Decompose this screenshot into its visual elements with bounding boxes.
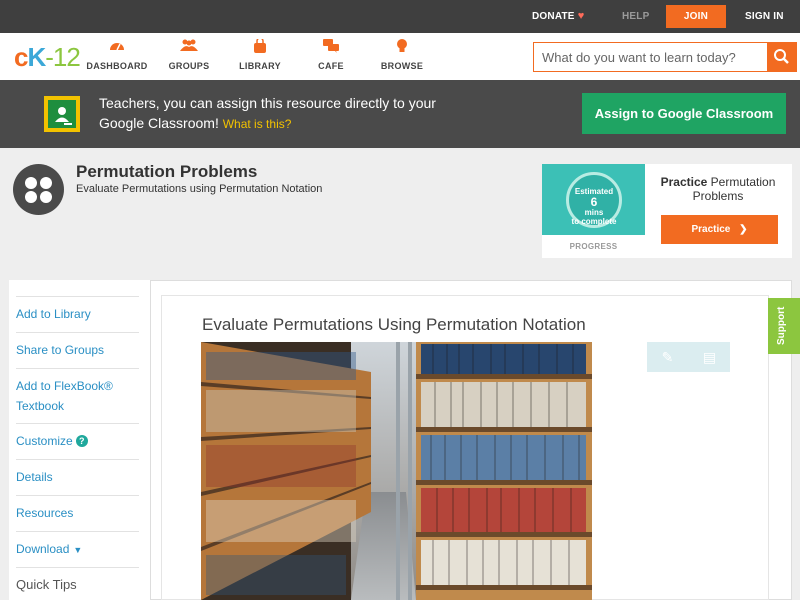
content-title: Evaluate Permutations Using Permutation … [202, 315, 586, 334]
ck12-logo[interactable]: cK-12 [14, 42, 81, 72]
page-title: Permutation Problems [76, 162, 258, 181]
content-tools: ✎ ▤ [647, 342, 730, 372]
nav-browse-label: BROWSE [380, 61, 424, 71]
sidebar-share-to-groups[interactable]: Share to Groups [16, 332, 139, 360]
dashboard-gauge-icon [82, 39, 152, 55]
sidebar-add-to-flexbook[interactable]: Add to FlexBook® Textbook [16, 368, 139, 416]
main-nav: cK-12 DASHBOARD GROUPS LIBRARY CAFE BROW… [0, 33, 800, 80]
library-bookshelves-image [201, 342, 592, 600]
donate-label: DONATE [532, 11, 575, 22]
cafe-chat-icon [296, 39, 366, 55]
sidebar-quick-tips[interactable]: Quick Tips [16, 567, 139, 595]
nav-dashboard-label: DASHBOARD [86, 61, 148, 71]
search-icon [774, 49, 789, 64]
nav-groups[interactable]: GROUPS [154, 39, 224, 71]
support-tab[interactable]: Support [768, 298, 800, 354]
top-bar: DONATE ♥ HELP JOIN SIGN IN [0, 0, 800, 33]
library-bag-icon [225, 37, 295, 55]
estimate-badge: Estimated 6 mins to complete [566, 172, 622, 228]
nav-dashboard[interactable]: DASHBOARD [82, 39, 152, 71]
nav-library-label: LIBRARY [239, 61, 281, 71]
practice-title: Practice Permutation Problems [660, 175, 776, 203]
sidebar-customize[interactable]: Customize? [16, 423, 139, 451]
nav-library[interactable]: LIBRARY [225, 37, 295, 71]
help-icon[interactable]: ? [75, 435, 88, 447]
practice-button[interactable]: Practice ❯ [661, 215, 778, 244]
notes-icon[interactable]: ▤ [689, 342, 730, 372]
sidebar-download[interactable]: Download ▼ [16, 531, 139, 560]
search-input[interactable] [534, 43, 768, 71]
sidebar-add-to-library[interactable]: Add to Library [16, 296, 139, 324]
practice-card: Estimated 6 mins to complete PROGRESS Pr… [542, 164, 792, 258]
sign-in-link[interactable]: SIGN IN [745, 0, 784, 33]
google-classroom-icon [44, 96, 80, 132]
donate-link[interactable]: DONATE ♥ [532, 0, 584, 33]
search-box [533, 42, 797, 72]
nav-groups-label: GROUPS [168, 61, 210, 71]
heart-icon: ♥ [577, 10, 585, 22]
help-link[interactable]: HELP [622, 0, 649, 33]
nav-cafe[interactable]: CAFE [296, 39, 366, 71]
nav-browse[interactable]: BROWSE [367, 39, 437, 71]
groups-people-icon [154, 39, 224, 55]
join-button[interactable]: JOIN [666, 5, 726, 28]
pencil-icon[interactable]: ✎ [647, 342, 688, 372]
action-sidebar: Add to Library Share to Groups Add to Fl… [9, 280, 151, 600]
sidebar-resources[interactable]: Resources [16, 495, 139, 523]
browse-lightbulb-icon [367, 39, 437, 55]
chevron-right-icon: ❯ [739, 224, 748, 235]
what-is-this-link[interactable]: What is this? [223, 117, 292, 131]
concept-dice-icon [13, 164, 64, 215]
classroom-message: Teachers, you can assign this resource d… [99, 93, 459, 134]
caret-down-icon: ▼ [73, 545, 83, 555]
page-subtitle: Evaluate Permutations using Permutation … [76, 183, 323, 195]
assign-google-classroom-button[interactable]: Assign to Google Classroom [582, 93, 786, 134]
progress-label: PROGRESS [569, 242, 618, 251]
sidebar-details[interactable]: Details [16, 459, 139, 487]
nav-cafe-label: CAFE [318, 61, 344, 71]
search-button[interactable] [767, 43, 796, 71]
practice-thumbnail[interactable]: Estimated 6 mins to complete [542, 164, 645, 235]
